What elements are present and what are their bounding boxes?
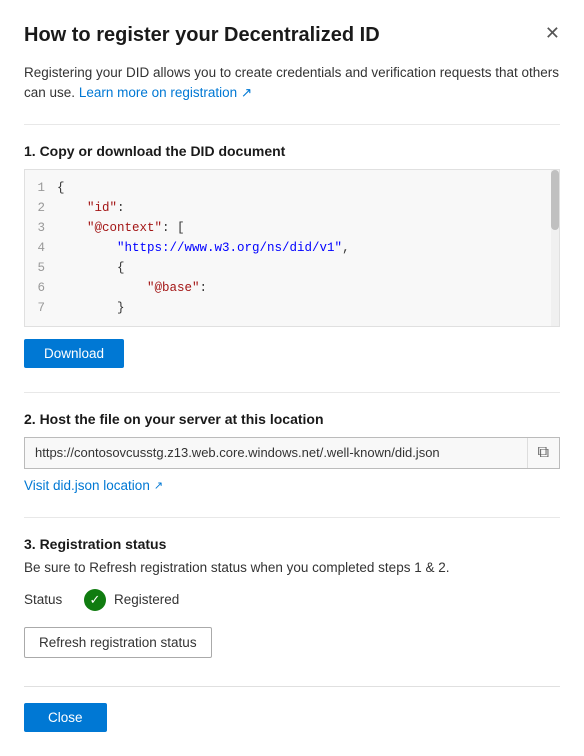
external-link-icon: ↗ [241, 85, 252, 100]
code-line-4: 4 "https://www.w3.org/ns/did/v1", [25, 238, 559, 258]
section-divider-1 [24, 124, 560, 125]
dialog-header: How to register your Decentralized ID ✕ [24, 24, 560, 47]
section-2-title: 2. Host the file on your server at this … [24, 411, 560, 427]
visit-link[interactable]: Visit did.json location ↗ [24, 478, 163, 493]
status-row: Status ✓ Registered [24, 589, 560, 611]
status-value: ✓ Registered [84, 589, 179, 611]
intro-text: Registering your DID allows you to creat… [24, 63, 560, 104]
close-icon-button[interactable]: ✕ [545, 24, 560, 42]
close-button[interactable]: Close [24, 703, 107, 732]
section-3: 3. Registration status Be sure to Refres… [24, 536, 560, 686]
code-line-6: 6 "@base": [25, 278, 559, 298]
url-container: https://contosovcusstg.z13.web.core.wind… [24, 437, 560, 469]
status-description: Be sure to Refresh registration status w… [24, 560, 560, 575]
dialog-title: How to register your Decentralized ID [24, 24, 533, 47]
copy-icon: ⧉ [538, 444, 549, 462]
code-line-3: 3 "@context": [ [25, 218, 559, 238]
code-line-5: 5 { [25, 258, 559, 278]
download-button[interactable]: Download [24, 339, 124, 368]
scrollbar-thumb [551, 170, 559, 230]
code-line-7: 7 } [25, 298, 559, 318]
section-divider-3 [24, 517, 560, 518]
learn-more-link[interactable]: Learn more on registration ↗ [79, 85, 252, 100]
registered-check-icon: ✓ [84, 589, 106, 611]
section-divider-2 [24, 392, 560, 393]
external-icon: ↗ [154, 479, 163, 492]
code-line-1: 1 { [25, 178, 559, 198]
section-2: 2. Host the file on your server at this … [24, 411, 560, 517]
section-1: 1. Copy or download the DID document 1 {… [24, 143, 560, 392]
copy-button[interactable]: ⧉ [527, 438, 559, 468]
section-1-title: 1. Copy or download the DID document [24, 143, 560, 159]
section-3-title: 3. Registration status [24, 536, 560, 552]
status-label: Status [24, 592, 84, 607]
status-text: Registered [114, 592, 179, 607]
code-line-2: 2 "id": [25, 198, 559, 218]
dialog-footer: Close [24, 686, 560, 732]
dialog: How to register your Decentralized ID ✕ … [0, 0, 584, 756]
did-code-block: 1 { 2 "id": 3 "@context": [ 4 "https://w… [24, 169, 560, 327]
url-text: https://contosovcusstg.z13.web.core.wind… [25, 438, 527, 467]
scrollbar[interactable] [551, 170, 559, 326]
refresh-status-button[interactable]: Refresh registration status [24, 627, 212, 658]
